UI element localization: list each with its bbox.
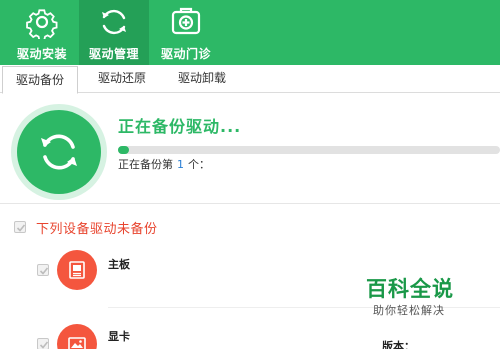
display-card-icon — [57, 324, 97, 349]
section-divider — [0, 203, 500, 204]
watermark-title: 百科全说 — [366, 277, 454, 301]
main-toolbar: 驱动安装 驱动管理 驱动门诊 — [0, 0, 500, 65]
checkmark-icon — [39, 341, 49, 349]
unbacked-section-title: 下列设备驱动未备份 — [36, 222, 158, 237]
backup-status-title: 正在备份驱动... — [118, 117, 242, 136]
toolbar-driver-manage-label: 驱动管理 — [88, 47, 139, 61]
toolbar-driver-clinic[interactable]: 驱动门诊 — [151, 0, 221, 65]
toolbar-driver-install[interactable]: 驱动安装 — [7, 0, 77, 65]
device-checkbox-motherboard[interactable] — [37, 264, 49, 276]
version-label: 版本： — [382, 340, 415, 349]
gear-icon — [26, 9, 58, 39]
tab-driver-restore[interactable]: 驱动还原 — [82, 65, 162, 93]
toolbar-driver-manage[interactable]: 驱动管理 — [79, 0, 149, 65]
backup-progress-bar — [118, 146, 500, 154]
sub-tabs: 驱动备份 驱动还原 驱动卸载 — [0, 65, 500, 94]
watermark: 百科全说 助你轻松解决 — [348, 270, 478, 322]
tab-driver-backup[interactable]: 驱动备份 — [2, 66, 78, 94]
tab-driver-uninstall[interactable]: 驱动卸载 — [162, 65, 242, 93]
backup-progress-fill — [118, 146, 130, 154]
refresh-icon — [102, 9, 126, 35]
progress-suffix: 个： — [188, 158, 210, 171]
progress-prefix: 正在备份第 — [118, 158, 173, 171]
checkmark-icon — [39, 267, 49, 275]
backup-status-indicator — [17, 110, 101, 194]
sync-icon — [41, 134, 77, 170]
toolbar-driver-install-label: 驱动安装 — [16, 47, 67, 61]
watermark-subtitle: 助你轻松解决 — [373, 304, 445, 317]
toolbar-driver-clinic-label: 驱动门诊 — [160, 47, 211, 61]
motherboard-icon — [57, 250, 97, 290]
backup-progress-text: 正在备份第 1 个： — [118, 156, 210, 172]
device-name-motherboard: 主板 — [108, 258, 130, 271]
medical-kit-icon — [171, 7, 201, 35]
device-name-display-card: 显卡 — [108, 330, 130, 343]
progress-count: 1 — [177, 158, 184, 171]
select-all-checkbox[interactable] — [14, 221, 26, 233]
checkmark-icon — [16, 224, 26, 232]
device-checkbox-display-card[interactable] — [37, 338, 49, 349]
